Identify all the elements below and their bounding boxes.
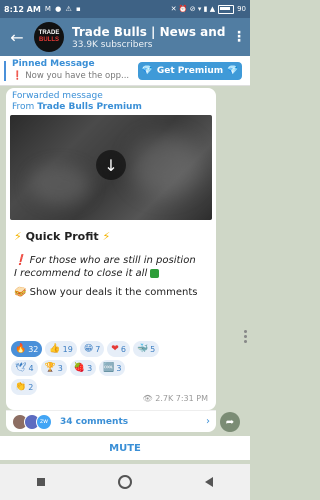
comments-label: 34 comments — [60, 416, 129, 427]
reaction-count: 3 — [57, 363, 63, 373]
reaction-clap[interactable]: 👏 2 — [11, 379, 38, 395]
diamond-icon: 💎 — [227, 66, 239, 76]
reaction-trophy[interactable]: 🏆 3 — [40, 360, 67, 376]
reaction-grin[interactable]: 😁 7 — [79, 341, 105, 357]
eye-icon: 👁 — [142, 394, 153, 403]
reaction-whale[interactable]: 🐳 5 — [132, 341, 160, 357]
message-line-2: I recommend to close it all — [14, 268, 212, 279]
reaction-count: 4 — [28, 363, 34, 373]
get-premium-button[interactable]: 💎 Get Premium 💎 — [138, 62, 242, 80]
share-icon[interactable]: ➦ — [220, 412, 240, 432]
pinned-indicator — [4, 61, 6, 81]
diamond-icon: 💎 — [141, 66, 153, 76]
whale-icon: 🐳 — [136, 344, 149, 354]
subscriber-count: 33.9K subscribers — [72, 39, 153, 50]
back-icon[interactable] — [205, 477, 214, 487]
fire-icon: 🔥 — [15, 344, 27, 354]
channel-info[interactable]: Trade Bulls | News and 33.9K subscribers — [72, 25, 232, 50]
exclamation-icon: ❗ — [12, 71, 23, 81]
mute-button[interactable]: MUTE — [0, 436, 250, 460]
scrollbar[interactable] — [244, 330, 248, 344]
sandwich-icon: 🥪 — [14, 287, 27, 298]
chat-header: ← TRADE BULLS Trade Bulls | News and 33.… — [0, 18, 250, 56]
system-nav-bar — [0, 464, 250, 500]
reaction-count: 32 — [28, 344, 39, 354]
status-bar: 8:12 AM M ● ⚠ ▪ ✕ ⏰ ⊘ ▾ ▮ ▲ 90 — [0, 0, 250, 18]
message-heading: ⚡ Quick Profit ⚡ — [14, 230, 212, 243]
lightning-icon: ⚡ — [102, 230, 111, 243]
status-time: 8:12 AM — [4, 4, 41, 14]
trophy-icon: 🏆 — [44, 363, 56, 373]
reaction-row: 🔥 32 👍 19 😁 7 ❤ 6 🐳 5 — [11, 341, 213, 357]
cool-icon: 🆒 — [103, 363, 115, 373]
message-bubble: Forwarded message From Trade Bulls Premi… — [6, 88, 216, 410]
commenter-avatar: zw — [36, 413, 52, 430]
strawberry-icon: 🍓 — [73, 363, 86, 373]
reaction-count: 5 — [150, 344, 156, 354]
dove-icon: 🕊 — [15, 363, 27, 373]
back-arrow-icon[interactable]: ← — [6, 26, 28, 48]
status-right: ✕ ⏰ ⊘ ▾ ▮ ▲ 90 — [170, 4, 246, 14]
avatar-text-1: TRADE — [38, 30, 60, 36]
lightning-icon: ⚡ — [14, 230, 22, 243]
reaction-cool[interactable]: 🆒 3 — [99, 360, 126, 376]
reaction-count: 2 — [28, 382, 34, 392]
view-count: 2.7K — [155, 394, 174, 403]
thumbnail-blur — [30, 165, 90, 205]
forwarded-label: Forwarded message — [12, 91, 103, 101]
channel-avatar[interactable]: TRADE BULLS — [34, 22, 64, 52]
reaction-row: 👏 2 — [11, 379, 213, 395]
recents-icon[interactable] — [36, 478, 45, 486]
thumbnail-blur — [130, 135, 200, 195]
from-prefix: From — [12, 102, 35, 112]
message-line-1-text: For those who are still in position — [29, 255, 196, 266]
from-name: Trade Bulls Premium — [37, 102, 142, 112]
exclamation-icon: ❗ — [14, 255, 27, 266]
pinned-message-bar[interactable]: Pinned Message ❗ Now you have the opp...… — [0, 56, 250, 86]
reaction-count: 6 — [120, 344, 126, 354]
message-line-1: ❗ For those who are still in position — [14, 255, 212, 266]
thumbs-up-icon: 👍 — [49, 344, 61, 354]
message-text: ⚡ Quick Profit ⚡ ❗ For those who are sti… — [14, 230, 212, 300]
video-thumbnail[interactable]: ↓ — [10, 115, 212, 220]
message-time: 7:31 PM — [175, 394, 208, 403]
message-meta: 👁 2.7K 7:31 PM — [143, 394, 208, 403]
home-icon[interactable] — [117, 475, 132, 489]
message-line-2-text: I recommend to close it all — [14, 268, 148, 279]
reaction-dove[interactable]: 🕊 4 — [11, 360, 38, 376]
comments-bar[interactable]: zw 34 comments › — [6, 410, 216, 432]
reaction-count: 3 — [87, 363, 93, 373]
message-line-3-text: Show your deals it the comments — [29, 287, 198, 298]
reaction-fire[interactable]: 🔥 32 — [11, 341, 43, 357]
chevron-right-icon: › — [206, 416, 210, 427]
reaction-count: 19 — [62, 344, 73, 354]
notification-icons: M ● ⚠ ▪ — [44, 5, 82, 13]
battery-icon — [218, 4, 235, 14]
system-icons: ✕ ⏰ ⊘ ▾ ▮ ▲ — [170, 5, 216, 13]
reaction-count: 7 — [95, 344, 101, 354]
reaction-count: 3 — [116, 363, 122, 373]
reaction-heart[interactable]: ❤ 6 — [107, 341, 130, 357]
download-icon[interactable]: ↓ — [96, 150, 126, 180]
pinned-text: Now you have the opp... — [25, 71, 130, 81]
reaction-thumbs-up[interactable]: 👍 19 — [45, 341, 77, 357]
heart-icon: ❤ — [111, 344, 119, 354]
grin-icon: 😁 — [83, 344, 94, 354]
battery-level: 90 — [237, 5, 246, 13]
message-title: Quick Profit — [25, 230, 99, 243]
more-menu-icon[interactable]: ⋮ — [232, 30, 246, 44]
clap-icon: 👏 — [15, 382, 27, 392]
message-line-3: 🥪 Show your deals it the comments — [14, 287, 212, 298]
reaction-strawberry[interactable]: 🍓 3 — [69, 360, 97, 376]
reaction-row: 🕊 4 🏆 3 🍓 3 🆒 3 — [11, 360, 213, 376]
avatar-text-2: BULLS — [38, 37, 59, 43]
premium-label: Get Premium — [156, 66, 224, 76]
green-square-icon — [150, 268, 160, 278]
forwarded-from[interactable]: From Trade Bulls Premium — [12, 102, 210, 112]
channel-title: Trade Bulls | News and — [72, 24, 226, 39]
reactions: 🔥 32 👍 19 😁 7 ❤ 6 🐳 5 🕊 4 🏆 3 🍓 3 🆒 3 👏 2 — [11, 341, 213, 398]
